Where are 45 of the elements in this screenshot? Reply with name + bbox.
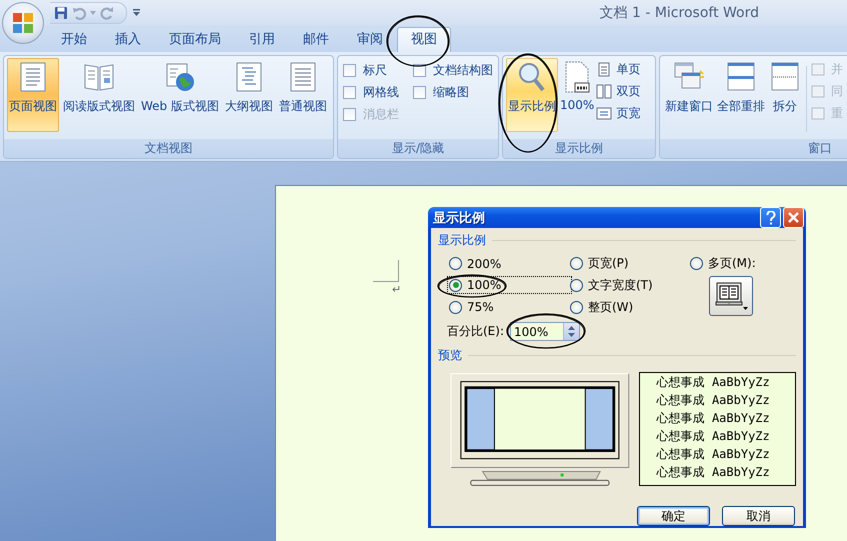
ribbon-button[interactable]: 拆分 xyxy=(767,58,803,132)
dialog-title: 显示比例 xyxy=(433,210,486,226)
ribbon-button[interactable]: 双页 xyxy=(596,82,640,100)
radio-option[interactable]: 整页(W) xyxy=(570,298,690,316)
percent-input[interactable]: 100% xyxy=(510,322,580,341)
ribbon-tab[interactable]: 插入 xyxy=(101,27,155,52)
ribbon-tab[interactable]: 开始 xyxy=(47,27,101,52)
checkbox[interactable]: 缩略图 xyxy=(413,84,493,100)
ribbon-tab[interactable]: 页面布局 xyxy=(155,27,235,52)
ribbon-button[interactable]: 显示比例 xyxy=(506,58,558,132)
group-label: 显示比例 xyxy=(503,139,655,158)
checkbox[interactable]: 网格线 xyxy=(343,84,399,100)
ribbon-tab[interactable]: 引用 xyxy=(235,27,289,52)
radio-option[interactable]: 75% xyxy=(449,300,570,314)
group-label: 窗口 xyxy=(660,139,847,158)
section-heading: 显示比例 xyxy=(438,232,796,249)
ribbon-button[interactable]: 100% xyxy=(558,58,596,132)
view-button[interactable]: 阅读版式视图 xyxy=(61,58,137,132)
checkbox[interactable]: 文档结构图 xyxy=(413,62,493,78)
field-label: 百分比(E): xyxy=(447,323,504,340)
radio-option[interactable]: 100% xyxy=(449,278,570,292)
window-title: 文档 1 - Microsoft Word xyxy=(600,4,759,22)
view-button[interactable]: 页面视图 xyxy=(7,58,59,132)
dialog-button[interactable]: 取消 xyxy=(722,506,795,526)
ribbon-tab[interactable]: 邮件 xyxy=(289,27,343,52)
radio-option[interactable]: 多页(M): xyxy=(690,255,796,272)
ribbon-button[interactable]: 全部重排 xyxy=(715,58,767,132)
radio-option[interactable]: 页宽(P) xyxy=(570,255,690,272)
section-heading: 预览 xyxy=(438,347,796,364)
ribbon-button[interactable]: 新建窗口 xyxy=(663,58,715,132)
preview-sample: 心想事成 AaBbYyZz 心想事成 AaBbYyZz 心想事成 AaBbYyZz 心想事成 AaBbYyZz 心想事成 AaBbYyZz 心想事成 AaBbYyZz xyxy=(638,372,796,486)
radio-option[interactable]: 文字宽度(T) xyxy=(570,276,690,294)
view-button[interactable]: 普通视图 xyxy=(276,58,329,132)
checkbox[interactable]: 标尺 xyxy=(343,62,399,78)
dialog-button[interactable]: 确定 xyxy=(637,506,710,526)
ribbon-tab[interactable]: 视图 xyxy=(397,27,451,52)
ribbon-button[interactable]: 单页 xyxy=(596,60,640,78)
paragraph-mark: ↵ xyxy=(392,284,402,296)
ribbon-tab[interactable]: 审阅 xyxy=(343,27,397,52)
view-button[interactable]: 大纲视图 xyxy=(222,58,275,132)
radio-option[interactable]: 200% xyxy=(449,256,570,270)
ribbon-button[interactable]: 页宽 xyxy=(596,104,640,122)
view-button[interactable]: Web 版式视图 xyxy=(139,58,221,132)
group-label: 文档视图 xyxy=(4,139,333,158)
group-label: 显示/隐藏 xyxy=(338,139,498,158)
